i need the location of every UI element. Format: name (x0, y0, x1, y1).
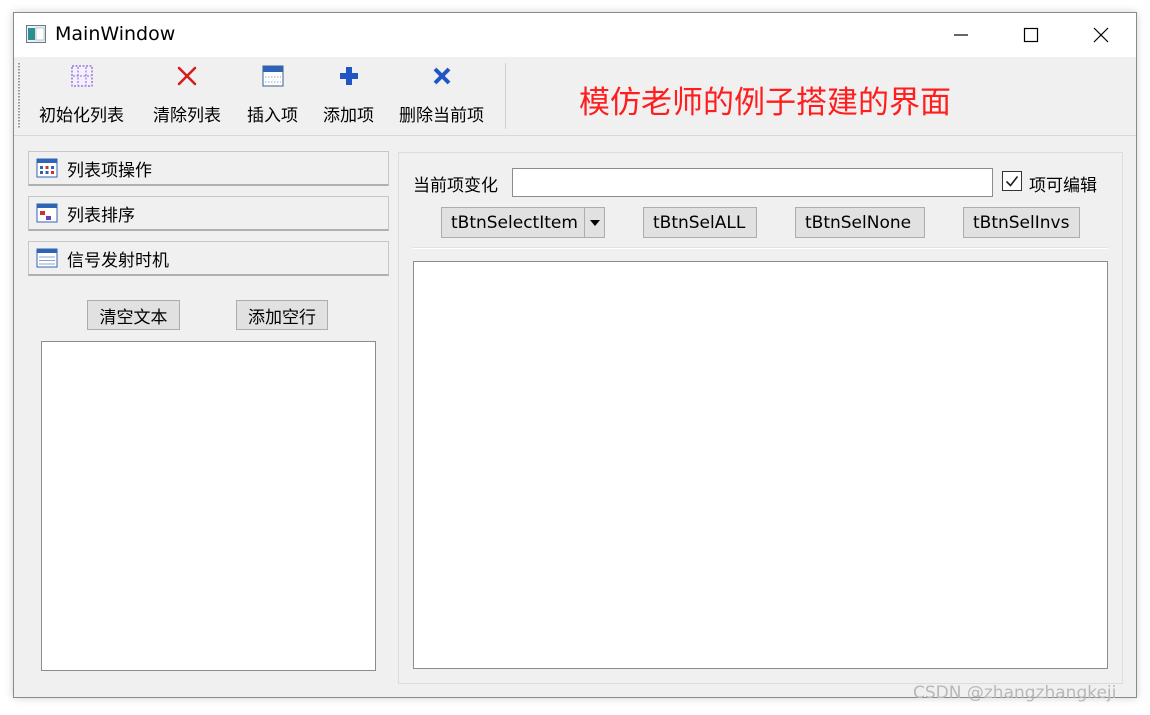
log-text-edit[interactable] (41, 341, 376, 671)
blue-plus-icon (339, 67, 358, 85)
list-widget[interactable] (413, 261, 1108, 669)
dropdown-arrow-icon (589, 219, 600, 226)
calendar-icon (36, 248, 58, 268)
editable-checkbox-label: 项可编辑 (1029, 176, 1097, 196)
toolbox-page-list-sort[interactable]: 列表排序 (28, 196, 389, 231)
delete-current-label: 删除当前项 (399, 106, 484, 126)
select-item-menu-button[interactable]: tBtnSelectItem (441, 207, 605, 238)
window-title: MainWindow (55, 23, 176, 45)
current-change-label: 当前项变化 (413, 176, 498, 196)
add-item-label: 添加项 (323, 106, 374, 126)
insert-item-button[interactable]: 插入项 (247, 63, 298, 129)
divider-line (412, 247, 1108, 249)
red-x-icon (177, 66, 197, 86)
current-change-input[interactable] (512, 168, 993, 197)
grid-list-icon (71, 65, 92, 87)
add-item-button[interactable]: 添加项 (323, 63, 374, 129)
close-icon (1093, 27, 1109, 43)
minimize-icon (954, 34, 968, 36)
insert-row-icon (262, 65, 283, 87)
maximize-button[interactable] (996, 13, 1066, 57)
select-none-button[interactable]: tBtnSelNone (795, 207, 925, 238)
list-group-box: 当前项变化 项可编辑 tBtnSelectItem tBtnSelALL tBt… (398, 152, 1123, 684)
select-invert-button[interactable]: tBtnSelInvs (963, 207, 1080, 238)
title-bar: MainWindow (14, 13, 1136, 57)
toolbox-page-signal-timing[interactable]: 信号发射时机 (28, 241, 389, 276)
clear-list-button[interactable]: 清除列表 (153, 63, 221, 129)
table-icon (36, 158, 58, 178)
toolbar-separator (505, 63, 506, 129)
select-all-button[interactable]: tBtnSelALL (643, 207, 757, 238)
toolbox-page-label: 列表排序 (67, 205, 135, 226)
checkmark-icon (1005, 176, 1019, 187)
app-window-icon (26, 25, 46, 43)
sort-window-icon (36, 203, 58, 223)
main-window: MainWindow 初始化列表 清除列表 插入项 添加项 删除当前项 模仿老师… (13, 12, 1137, 698)
add-empty-line-button[interactable]: 添加空行 (236, 300, 328, 330)
toolbox-page-label: 列表项操作 (67, 160, 152, 181)
watermark-text: CSDN @zhangzhangkeji (913, 683, 1117, 703)
main-toolbar: 初始化列表 清除列表 插入项 添加项 删除当前项 模仿老师的例子搭建的界面 (14, 57, 1136, 136)
close-button[interactable] (1066, 13, 1136, 57)
maximize-icon (1023, 27, 1039, 43)
editable-checkbox[interactable] (1002, 171, 1022, 191)
clear-list-label: 清除列表 (153, 106, 221, 126)
select-item-label: tBtnSelectItem (451, 212, 578, 233)
minimize-button[interactable] (926, 13, 996, 57)
banner-text: 模仿老师的例子搭建的界面 (579, 85, 951, 121)
init-list-label: 初始化列表 (39, 106, 124, 126)
toolbox-page-list-ops[interactable]: 列表项操作 (28, 151, 389, 186)
insert-item-label: 插入项 (247, 106, 298, 126)
init-list-button[interactable]: 初始化列表 (39, 63, 124, 129)
blue-x-icon (433, 67, 450, 85)
delete-current-button[interactable]: 删除当前项 (399, 63, 484, 129)
select-item-dropdown[interactable] (584, 208, 604, 237)
toolbar-grip[interactable] (18, 63, 20, 129)
clear-text-button[interactable]: 清空文本 (87, 300, 180, 330)
toolbox-page-label: 信号发射时机 (67, 250, 169, 271)
